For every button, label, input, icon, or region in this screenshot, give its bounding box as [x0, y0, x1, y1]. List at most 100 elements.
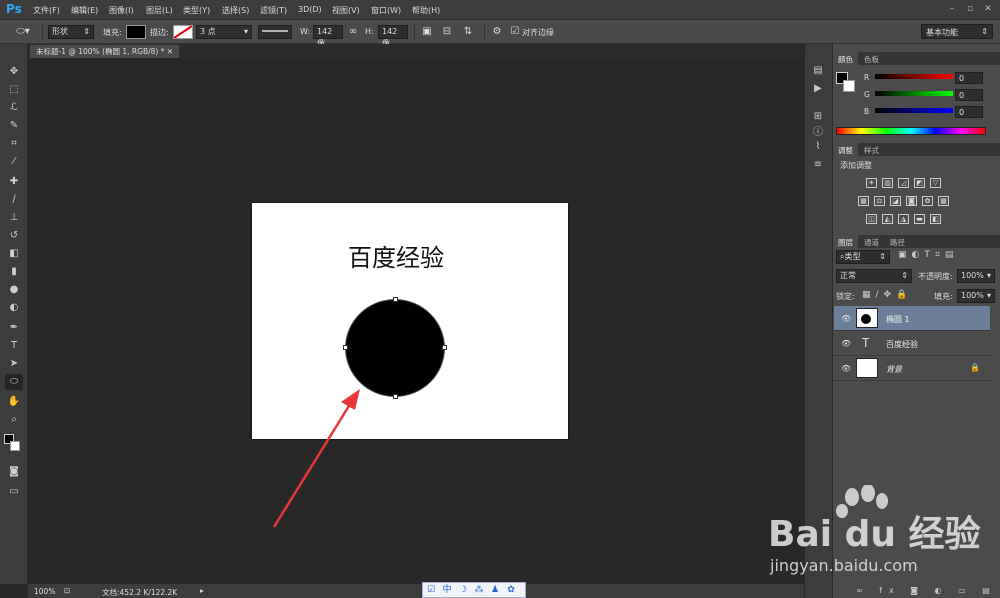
- tab-close-icon[interactable]: ✕: [167, 47, 173, 56]
- history-brush-tool-icon[interactable]: ↺: [5, 228, 23, 244]
- ellipse-tool-preset-icon[interactable]: ⬭▾: [12, 26, 34, 37]
- move-tool-icon[interactable]: ✥: [5, 64, 23, 80]
- chinese-input-icon[interactable]: 中: [439, 583, 455, 597]
- menu-edit[interactable]: 编辑(E): [71, 5, 98, 16]
- zoom-level[interactable]: 100%: [34, 587, 55, 596]
- brightness-adjust-icon[interactable]: ☀: [866, 178, 877, 188]
- pen-tool-icon[interactable]: ✒: [5, 320, 23, 336]
- anchor-point-right[interactable]: [442, 345, 447, 350]
- visibility-eye-icon[interactable]: 👁: [841, 314, 851, 323]
- tab-layers[interactable]: 图层: [833, 235, 858, 248]
- curves-adjust-icon[interactable]: ◿: [898, 178, 909, 188]
- width-input[interactable]: 142 像: [313, 25, 343, 48]
- fill-swatch[interactable]: [126, 25, 146, 39]
- lock-icons[interactable]: ▦∕✥🔒: [862, 290, 912, 300]
- minimize-icon[interactable]: –: [946, 3, 958, 15]
- levels-adjust-icon[interactable]: ▥: [882, 178, 893, 188]
- blue-slider[interactable]: [875, 108, 953, 113]
- red-value[interactable]: 0: [955, 72, 983, 84]
- layer-row-ellipse[interactable]: 👁 椭圆 1: [834, 306, 990, 331]
- path-alignment-icon[interactable]: ⊟: [440, 26, 454, 37]
- green-value[interactable]: 0: [955, 89, 983, 101]
- actions-panel-icon[interactable]: ▶: [810, 82, 826, 96]
- lasso-tool-icon[interactable]: ℒ: [5, 100, 23, 116]
- quick-select-tool-icon[interactable]: ✎: [5, 118, 23, 134]
- menu-help[interactable]: 帮助(H): [412, 5, 440, 16]
- stroke-width-input[interactable]: 3 点 ▾: [196, 25, 252, 39]
- properties-panel-icon[interactable]: ⊞: [810, 110, 826, 124]
- menu-3d[interactable]: 3D(D): [298, 5, 322, 14]
- tab-adjustments[interactable]: 调整: [833, 143, 858, 156]
- ellipse-shape[interactable]: [345, 299, 445, 397]
- color-spectrum-bar[interactable]: [836, 127, 986, 135]
- history-panel-icon[interactable]: ▤: [810, 64, 826, 78]
- selective-color-adjust-icon[interactable]: ◧: [930, 214, 941, 224]
- opacity-input[interactable]: 100% ▾: [957, 269, 995, 283]
- path-operations-icon[interactable]: ▣: [420, 26, 434, 37]
- channel-mixer-adjust-icon[interactable]: ✿: [922, 196, 933, 206]
- background-color-swatch[interactable]: [10, 441, 20, 451]
- dodge-tool-icon[interactable]: ◐: [5, 300, 23, 316]
- user-icon[interactable]: ♟: [487, 583, 503, 597]
- visibility-eye-icon[interactable]: 👁: [841, 364, 851, 373]
- stroke-swatch[interactable]: [173, 25, 193, 39]
- screen-mode-icon[interactable]: ▭: [5, 484, 23, 500]
- anchor-point-bottom[interactable]: [393, 394, 398, 399]
- align-edges-checkbox[interactable]: ☑: [509, 26, 521, 37]
- crop-tool-icon[interactable]: ⌗: [5, 136, 23, 152]
- tab-channels[interactable]: 通道: [859, 235, 884, 248]
- visibility-eye-icon[interactable]: 👁: [841, 339, 851, 348]
- punctuation-icon[interactable]: ⁂: [471, 583, 487, 597]
- blur-tool-icon[interactable]: ●: [5, 282, 23, 298]
- color-panel-background[interactable]: [843, 80, 855, 92]
- ellipse-tool-icon[interactable]: ⬭: [5, 374, 23, 390]
- tab-styles[interactable]: 样式: [859, 143, 884, 156]
- invert-adjust-icon[interactable]: ◫: [866, 214, 877, 224]
- threshold-adjust-icon[interactable]: ◮: [898, 214, 909, 224]
- tab-paths[interactable]: 路径: [885, 235, 910, 248]
- layer-row-text[interactable]: 👁 T 百度经验: [834, 331, 990, 356]
- hand-tool-icon[interactable]: ✋: [5, 394, 23, 410]
- layer-fill-input[interactable]: 100% ▾: [957, 289, 995, 303]
- marquee-tool-icon[interactable]: ⬚: [5, 82, 23, 98]
- healing-brush-tool-icon[interactable]: ✚: [5, 174, 23, 190]
- menu-select[interactable]: 选择(S): [222, 5, 249, 16]
- menu-layer[interactable]: 图层(L): [146, 5, 173, 16]
- path-select-tool-icon[interactable]: ➤: [5, 356, 23, 372]
- tab-color[interactable]: 颜色: [833, 52, 858, 65]
- color-lookup-adjust-icon[interactable]: ▦: [938, 196, 949, 206]
- brush-panel-icon[interactable]: ⌇: [810, 140, 826, 154]
- character-panel-icon[interactable]: ≡: [810, 158, 826, 172]
- maximize-icon[interactable]: ▫: [964, 3, 976, 15]
- black-white-adjust-icon[interactable]: ◪: [890, 196, 901, 206]
- workspace-select[interactable]: 基本功能 ⇕: [921, 24, 993, 39]
- menu-filter[interactable]: 滤镜(T): [260, 5, 287, 16]
- posterize-adjust-icon[interactable]: ◭: [882, 214, 893, 224]
- gear-icon[interactable]: ⚙: [490, 26, 504, 37]
- path-arrangement-icon[interactable]: ⇅: [460, 26, 476, 37]
- checkbox-icon[interactable]: ☑: [423, 583, 439, 597]
- height-input[interactable]: 142 像: [378, 25, 408, 48]
- blend-mode-select[interactable]: 正常 ⇕: [836, 269, 912, 283]
- canvas-text-layer[interactable]: 百度经验: [348, 238, 444, 273]
- moon-icon[interactable]: ☽: [455, 583, 471, 597]
- brush-tool-icon[interactable]: ∕: [5, 192, 23, 208]
- red-slider[interactable]: [875, 74, 953, 79]
- link-icon[interactable]: ∞: [347, 26, 359, 37]
- layer-row-background[interactable]: 👁 背景 🔒: [834, 356, 990, 381]
- type-tool-icon[interactable]: T: [5, 338, 23, 354]
- eyedropper-tool-icon[interactable]: ⁄: [5, 154, 23, 170]
- layer-filter-icons[interactable]: ▣◐T⌗▤: [898, 250, 958, 260]
- gradient-tool-icon[interactable]: ▮: [5, 264, 23, 280]
- blue-value[interactable]: 0: [955, 106, 983, 118]
- zoom-tool-icon[interactable]: ⌕: [5, 412, 23, 428]
- quick-mask-icon[interactable]: ◙: [5, 464, 23, 480]
- status-menu-arrow-icon[interactable]: ▸: [200, 586, 204, 595]
- color-balance-adjust-icon[interactable]: ⚖: [874, 196, 885, 206]
- photo-filter-adjust-icon[interactable]: ◙: [906, 196, 917, 206]
- info-panel-icon[interactable]: ⓘ: [810, 126, 826, 140]
- stroke-type-select[interactable]: [258, 25, 292, 39]
- status-preview-icon[interactable]: ⊡: [64, 586, 70, 595]
- stamp-tool-icon[interactable]: ⊥: [5, 210, 23, 226]
- menu-image[interactable]: 图像(I): [109, 5, 134, 16]
